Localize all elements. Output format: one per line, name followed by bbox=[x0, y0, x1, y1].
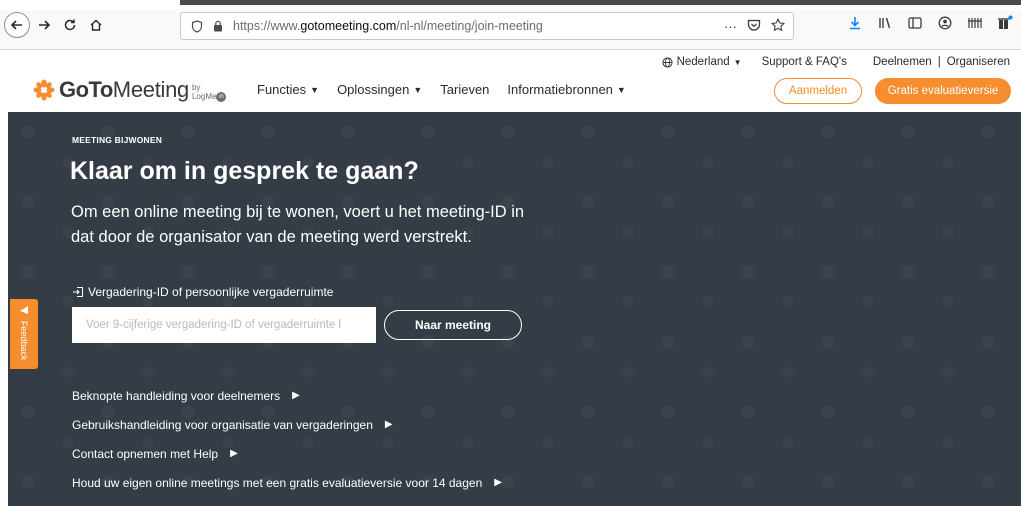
arrow-right-icon bbox=[39, 20, 51, 30]
address-bar[interactable]: https://www.gotomeeting.com/nl-nl/meetin… bbox=[180, 12, 794, 40]
hero-eyebrow: MEETING BIJWONEN bbox=[72, 135, 163, 145]
enter-icon bbox=[73, 287, 83, 297]
nav-separator: | bbox=[937, 56, 941, 68]
chevron-down-icon: ▼ bbox=[616, 84, 626, 95]
forward-button[interactable] bbox=[34, 13, 54, 37]
help-links: Beknopte handleiding voor deelnemers ▶ Ge… bbox=[72, 381, 502, 497]
nav-features[interactable]: Functies ▼ bbox=[257, 82, 319, 97]
reload-button[interactable] bbox=[60, 13, 80, 37]
account-icon[interactable] bbox=[937, 14, 953, 32]
globe-icon bbox=[662, 56, 673, 68]
join-meeting-button[interactable]: Naar meeting bbox=[384, 310, 522, 340]
link-quick-guide[interactable]: Beknopte handleiding voor deelnemers ▶ bbox=[72, 381, 502, 410]
logo-meeting-text: Meeting bbox=[112, 77, 189, 102]
main-nav: Functies ▼ Oplossingen ▼ Tarieven Informat… bbox=[257, 82, 644, 97]
play-arrow-icon: ▶ bbox=[230, 448, 238, 459]
feedback-tab[interactable]: Feedback bbox=[10, 299, 38, 369]
hero-subtitle: Om een online meeting bij te wonen, voer… bbox=[71, 203, 525, 246]
home-icon bbox=[90, 19, 102, 31]
link-contact-help[interactable]: Contact opnemen met Help ▶ bbox=[72, 439, 502, 468]
tracking-shield-icon[interactable] bbox=[191, 19, 205, 33]
language-selector[interactable]: Nederland ▼ bbox=[662, 56, 742, 68]
logo-goto-text: GoTo bbox=[59, 77, 113, 102]
tab-strip bbox=[0, 0, 1021, 10]
link-free-trial[interactable]: Houd uw eigen online meetings met een gr… bbox=[72, 468, 502, 497]
signin-button[interactable]: Aanmelden bbox=[774, 78, 862, 104]
page-title: Klaar om in gesprek te gaan? bbox=[70, 157, 419, 185]
organize-link[interactable]: Organiseren bbox=[947, 56, 1010, 68]
meeting-id-input[interactable] bbox=[72, 307, 376, 343]
join-link[interactable]: Deelnemen bbox=[873, 56, 932, 68]
nav-resources[interactable]: Informatiebronnen ▼ bbox=[507, 82, 625, 97]
pocket-icon[interactable] bbox=[747, 19, 761, 35]
feedback-label: Feedback bbox=[19, 321, 29, 361]
sidebar-icon[interactable] bbox=[907, 14, 923, 32]
lock-icon[interactable] bbox=[213, 19, 225, 33]
chevron-down-icon: ▼ bbox=[413, 84, 423, 95]
arrow-left-icon bbox=[10, 20, 22, 30]
chevron-down-icon: ▼ bbox=[310, 84, 320, 95]
nav-pricing[interactable]: Tarieven bbox=[440, 82, 489, 97]
flower-logo-icon bbox=[33, 79, 55, 101]
page-left-edge bbox=[0, 112, 8, 506]
back-button[interactable] bbox=[4, 12, 30, 38]
language-label: Nederland bbox=[676, 56, 730, 68]
meeting-id-label: Vergadering-ID of persoonlijke vergaderr… bbox=[72, 285, 333, 299]
library-icon[interactable] bbox=[877, 14, 893, 32]
browser-toolbar: https://www.gotomeeting.com/nl-nl/meetin… bbox=[0, 0, 1021, 50]
bookmark-star-icon[interactable] bbox=[771, 17, 785, 35]
link-organizer-guide[interactable]: Gebruikshandleiding voor organisatie van… bbox=[72, 410, 502, 439]
site-header: Nederland ▼ Support & FAQ's Deelnemen | … bbox=[0, 50, 1021, 112]
url-text: https://www.gotomeeting.com/nl-nl/meetin… bbox=[233, 19, 543, 33]
nav-solutions[interactable]: Oplossingen ▼ bbox=[337, 82, 422, 97]
play-arrow-icon: ▶ bbox=[384, 419, 393, 430]
support-link[interactable]: Support & FAQ's bbox=[762, 56, 847, 68]
play-arrow-icon: ▶ bbox=[494, 477, 502, 488]
reload-icon bbox=[64, 19, 76, 31]
extension-icon[interactable] bbox=[967, 14, 983, 32]
gotomeeting-logo[interactable]: GoTo Meeting by LogMe in bbox=[33, 76, 227, 104]
free-trial-button[interactable]: Gratis evaluatieversie bbox=[875, 78, 1011, 104]
page-actions-icon[interactable]: ··· bbox=[724, 19, 737, 34]
tracker-extension-icon[interactable] bbox=[997, 14, 1013, 32]
megaphone-icon bbox=[20, 306, 28, 314]
download-icon[interactable] bbox=[847, 14, 863, 32]
chevron-down-icon: ▼ bbox=[733, 57, 742, 67]
logo-bylogmein: by LogMe in bbox=[192, 83, 227, 102]
home-button[interactable] bbox=[86, 13, 106, 37]
utility-nav: Nederland ▼ Support & FAQ's Deelnemen | … bbox=[662, 56, 1010, 68]
play-arrow-icon: ▶ bbox=[292, 390, 300, 401]
